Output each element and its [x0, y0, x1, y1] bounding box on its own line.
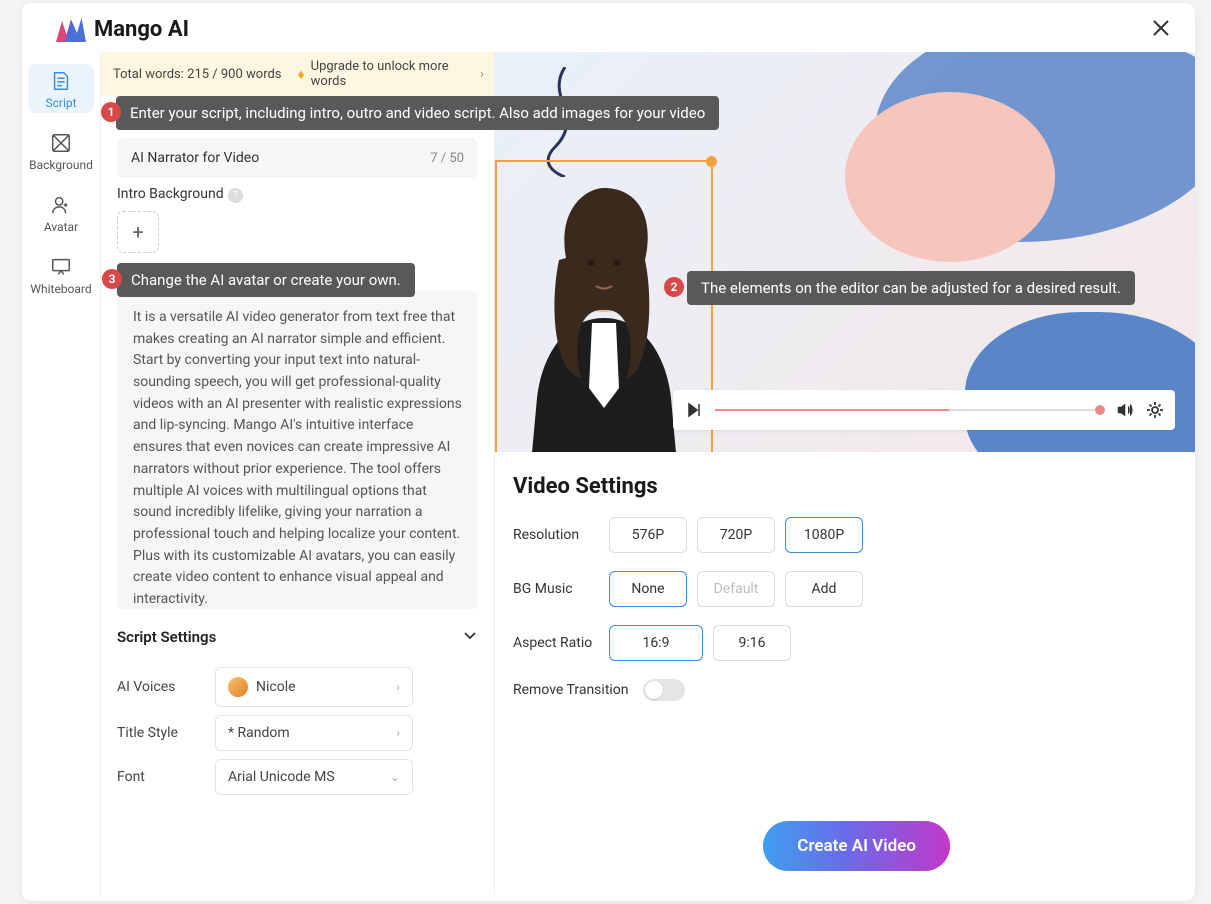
ai-voices-label: AI Voices — [117, 679, 197, 695]
resize-handle[interactable] — [706, 156, 717, 167]
header: Mango AI — [22, 3, 1195, 52]
font-row: Font Arial Unicode MS ⌄ — [117, 759, 478, 795]
close-button[interactable] — [1151, 18, 1171, 42]
bg-music-option[interactable]: None — [609, 571, 687, 607]
ai-voices-row: AI Voices Nicole › — [117, 667, 478, 707]
bg-shape — [845, 92, 1055, 262]
video-settings: Video Settings Resolution 576P 720P 1080… — [495, 452, 1195, 741]
callout-1: Enter your script, including intro, outr… — [116, 96, 719, 130]
create-video-button[interactable]: Create AI Video — [763, 821, 950, 871]
word-count: Total words: 215 / 900 words — [113, 67, 298, 82]
sidebar-item-avatar[interactable]: Avatar — [28, 188, 94, 237]
sidebar-item-background[interactable]: Background — [28, 126, 94, 175]
panel-body: *Intro AI Narrator for Video 7 / 50 Intr… — [101, 96, 494, 895]
upgrade-text: Upgrade to unlock more words — [311, 59, 482, 89]
resolution-label: Resolution — [513, 527, 609, 543]
remove-transition-label: Remove Transition — [513, 682, 643, 698]
background-icon — [49, 131, 73, 155]
script-settings-header[interactable]: Script Settings — [117, 615, 478, 659]
aspect-row: Aspect Ratio 16:9 9:16 — [513, 625, 1177, 661]
title-style-row: Title Style * Random › — [117, 715, 478, 751]
intro-input[interactable]: AI Narrator for Video 7 / 50 — [117, 138, 478, 178]
right-panel: Video Settings Resolution 576P 720P 1080… — [495, 52, 1195, 895]
callout-2: The elements on the editor can be adjust… — [687, 271, 1135, 305]
callout-3: Change the AI avatar or create your own. — [117, 263, 415, 297]
script-icon — [49, 69, 73, 93]
callout-badge-2: 2 — [664, 277, 684, 297]
sidebar-item-label: Background — [29, 158, 93, 172]
plus-icon: + — [132, 220, 143, 244]
title-style-label: Title Style — [117, 725, 197, 741]
chevron-right-icon: › — [480, 67, 484, 82]
logo: Mango AI — [56, 17, 189, 42]
settings-button[interactable] — [1145, 400, 1165, 420]
skip-button[interactable] — [683, 399, 705, 421]
resolution-option[interactable]: 720P — [697, 517, 775, 553]
bg-music-option[interactable]: Default — [697, 571, 775, 607]
app-name: Mango AI — [94, 17, 189, 42]
volume-button[interactable] — [1115, 400, 1135, 420]
sidebar: Script Background Avatar Whiteboard — [22, 52, 100, 895]
remove-transition-toggle[interactable] — [643, 679, 685, 701]
seek-track[interactable] — [715, 409, 1105, 411]
ai-voice-dropdown[interactable]: Nicole › — [215, 667, 413, 707]
left-panel: Total words: 215 / 900 words ♦ Upgrade t… — [100, 52, 495, 895]
intro-counter: 7 / 50 — [430, 151, 464, 166]
resolution-row: Resolution 576P 720P 1080P — [513, 517, 1177, 553]
bg-music-option[interactable]: Add — [785, 571, 863, 607]
bg-shape — [965, 312, 1195, 452]
help-icon[interactable]: ? — [228, 188, 243, 203]
upgrade-banner[interactable]: Total words: 215 / 900 words ♦ Upgrade t… — [101, 52, 494, 96]
intro-value: AI Narrator for Video — [131, 150, 259, 166]
chevron-down-icon: ⌄ — [390, 770, 400, 784]
sidebar-item-label: Script — [45, 96, 76, 110]
remove-transition-row: Remove Transition — [513, 679, 1177, 701]
bg-music-row: BG Music None Default Add — [513, 571, 1177, 607]
whiteboard-icon — [49, 255, 73, 279]
resolution-option[interactable]: 1080P — [785, 517, 863, 553]
font-label: Font — [117, 769, 197, 785]
callout-badge-1: 1 — [101, 102, 121, 122]
body: Script Background Avatar Whiteboard Tota… — [22, 52, 1195, 895]
app-modal: Mango AI Script Background Avatar Whiteb… — [22, 3, 1195, 901]
voice-avatar-icon — [228, 677, 248, 697]
chevron-down-icon — [462, 627, 478, 647]
add-intro-bg-button[interactable]: + — [117, 211, 159, 253]
sidebar-item-label: Whiteboard — [30, 282, 91, 296]
aspect-label: Aspect Ratio — [513, 635, 609, 651]
close-icon — [1151, 18, 1171, 38]
resolution-option[interactable]: 576P — [609, 517, 687, 553]
logo-icon — [56, 18, 86, 42]
aspect-option[interactable]: 16:9 — [609, 625, 703, 661]
crown-icon: ♦ — [298, 66, 305, 83]
chevron-right-icon: › — [396, 680, 400, 694]
bg-music-label: BG Music — [513, 581, 609, 597]
font-dropdown[interactable]: Arial Unicode MS ⌄ — [215, 759, 413, 795]
playback-bar — [673, 390, 1175, 430]
video-settings-title: Video Settings — [513, 474, 1177, 499]
avatar-icon — [49, 193, 73, 217]
sidebar-item-whiteboard[interactable]: Whiteboard — [28, 250, 94, 299]
intro-bg-label: Intro Background? — [117, 186, 478, 203]
aspect-option[interactable]: 9:16 — [713, 625, 791, 661]
title-style-dropdown[interactable]: * Random › — [215, 715, 413, 751]
seek-handle[interactable] — [1095, 405, 1105, 415]
sidebar-item-script[interactable]: Script — [28, 64, 94, 113]
sidebar-item-label: Avatar — [44, 220, 78, 234]
callout-badge-3: 3 — [102, 269, 122, 289]
script-textarea[interactable]: It is a versatile AI video generator fro… — [117, 291, 478, 609]
chevron-right-icon: › — [396, 726, 400, 740]
toggle-knob — [645, 681, 663, 699]
